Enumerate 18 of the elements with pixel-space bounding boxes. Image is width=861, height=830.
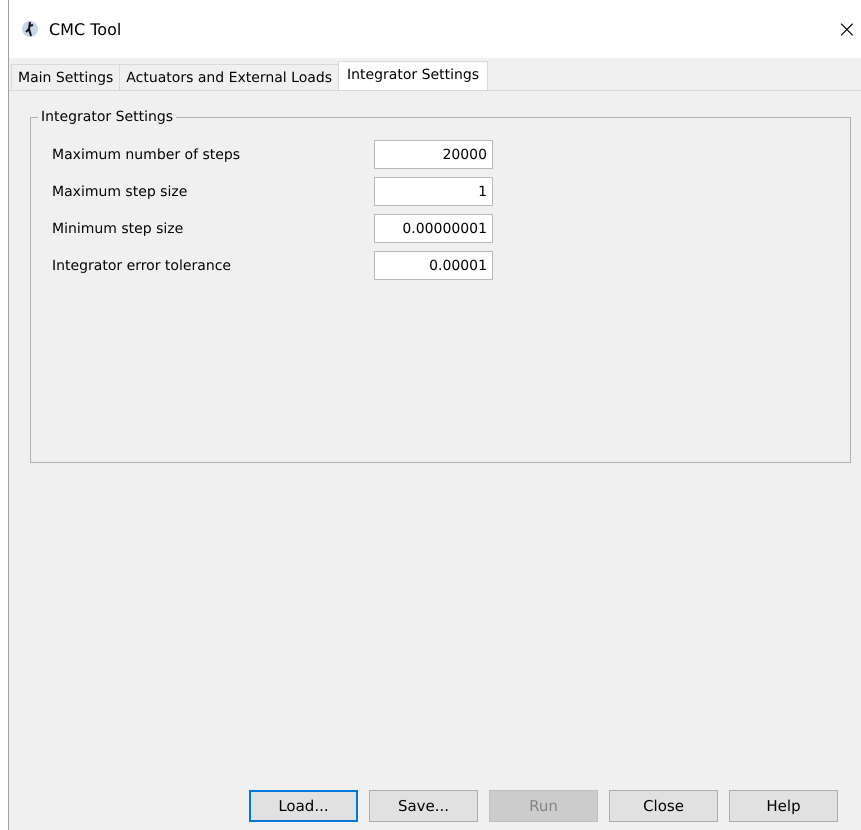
close-button[interactable]: × — [832, 15, 861, 43]
field-label: Integrator error tolerance — [52, 258, 232, 274]
dialog-button[interactable]: Help — [729, 790, 838, 822]
input-field[interactable]: 20000 — [374, 140, 493, 169]
group-title: Integrator Settings — [38, 109, 176, 125]
input-field[interactable]: 1 — [374, 177, 493, 206]
dialog-button[interactable]: Load... — [249, 790, 358, 822]
dialog-button[interactable]: Save... — [369, 790, 478, 822]
tab[interactable]: Main Settings — [11, 64, 120, 90]
window-title: CMC Tool — [49, 20, 122, 38]
input-field[interactable]: 0.00000001 — [374, 214, 493, 243]
dialog-button[interactable]: Close — [609, 790, 718, 822]
tab[interactable]: Integrator Settings — [338, 61, 488, 90]
app-logo-icon — [21, 20, 39, 38]
field-label: Maximum number of steps — [52, 146, 242, 162]
field-label: Maximum step size — [52, 184, 188, 200]
input-field[interactable]: 0.00001 — [374, 251, 493, 280]
field-label: Minimum step size — [52, 220, 184, 236]
